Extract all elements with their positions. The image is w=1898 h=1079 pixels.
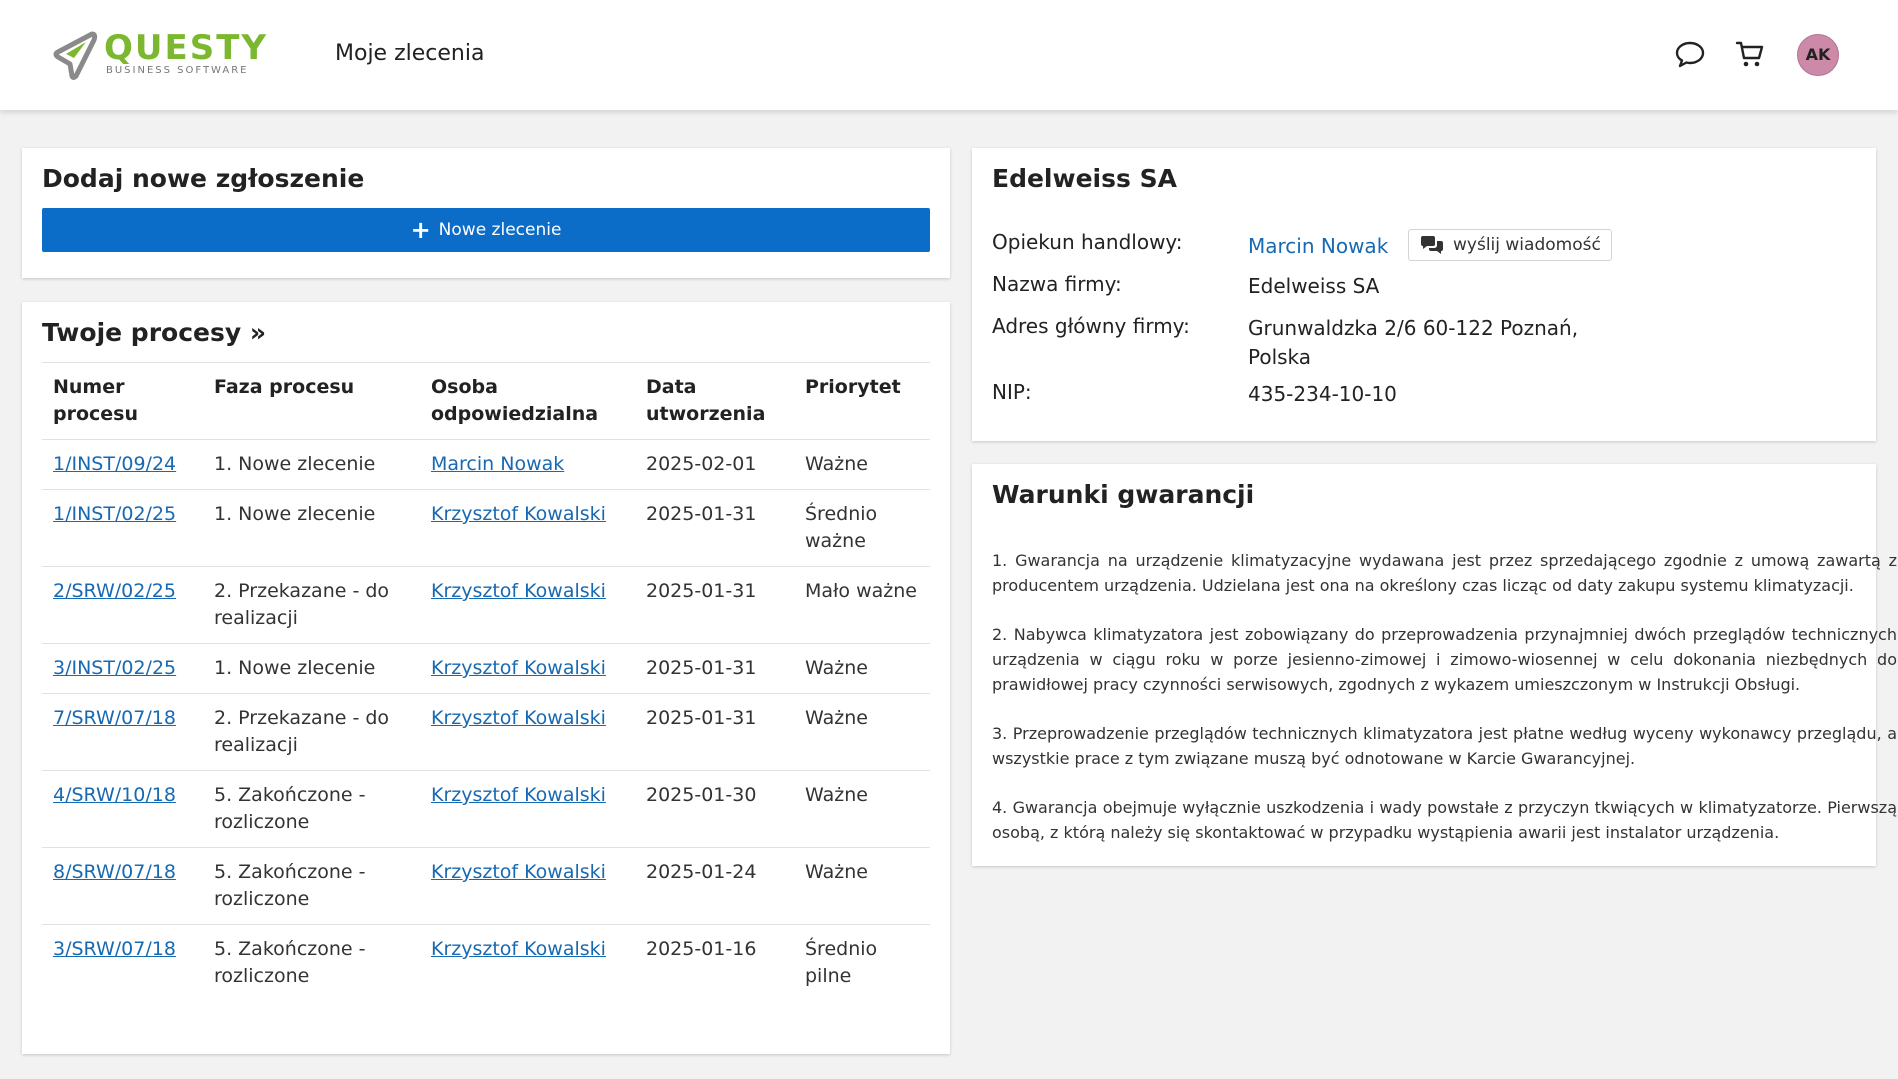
new-request-card: Dodaj nowe zgłoszenie + Nowe zlecenie (22, 148, 950, 278)
column-header[interactable]: Faza procesu (203, 362, 420, 440)
responsible-person-link[interactable]: Krzysztof Kowalski (431, 503, 606, 525)
process-priority: Ważne (794, 770, 930, 848)
table-row: 8/SRW/07/18 5. Zakończone - rozliczone K… (42, 847, 930, 925)
responsible-person-link[interactable]: Krzysztof Kowalski (431, 580, 606, 602)
questy-logo[interactable]: QUESTY BUSINESS SOFTWARE (52, 30, 292, 82)
table-header-row: Numer procesu Faza procesu Osoba odpowie… (42, 362, 930, 440)
process-number-link[interactable]: 4/SRW/10/18 (53, 784, 176, 806)
process-date: 2025-01-31 (635, 489, 794, 567)
company-address-label: Adres główny firmy: (992, 314, 1190, 338)
table-row: 3/SRW/07/18 5. Zakończone - rozliczone K… (42, 925, 930, 1002)
company-name-value: Edelweiss SA (1248, 274, 1380, 298)
comments-icon (1421, 236, 1443, 254)
warranty-paragraph: 4. Gwarancja obejmuje wyłącznie uszkodze… (992, 798, 1897, 842)
warranty-paragraph: 3. Przeprowadzenie przeglądów techniczny… (992, 724, 1897, 768)
company-address-value: Grunwaldzka 2/6 60-122 Poznań, Polska (1248, 316, 1579, 369)
cart-icon[interactable] (1734, 38, 1766, 70)
account-manager-label: Opiekun handlowy: (992, 230, 1183, 254)
process-phase: 5. Zakończone - rozliczone (214, 938, 366, 987)
process-priority: Średnio pilne (805, 938, 878, 987)
process-priority: Mało ważne (794, 566, 930, 644)
logo-wordmark: QUESTY (104, 28, 269, 68)
process-date: 2025-01-16 (646, 938, 757, 960)
process-date: 2025-01-30 (635, 770, 794, 848)
warranty-paragraph: 2. Nabywca klimatyzatora jest zobowiązan… (992, 625, 1897, 694)
send-message-label: wyślij wiadomość (1453, 235, 1601, 255)
table-row: 4/SRW/10/18 5. Zakończone - rozliczone K… (42, 770, 930, 848)
process-phase: 5. Zakończone - rozliczone (203, 847, 420, 925)
column-header[interactable]: Data utworzenia (635, 362, 794, 440)
processes-card: Twoje procesy » Numer procesu Faza proce… (22, 302, 950, 1054)
plus-icon: + (410, 216, 431, 244)
process-date: 2025-02-01 (635, 439, 794, 490)
column-header[interactable]: Priorytet (794, 362, 930, 440)
process-priority: Średnio ważne (794, 489, 930, 567)
company-title: Edelweiss SA (992, 164, 1177, 193)
company-card: Edelweiss SA Opiekun handlowy: Marcin No… (972, 148, 1876, 441)
company-nip-label: NIP: (992, 380, 1032, 404)
process-number-link[interactable]: 1/INST/02/25 (53, 503, 176, 525)
page-title: Moje zlecenia (335, 41, 485, 66)
table-row: 7/SRW/07/18 2. Przekazane - do realizacj… (42, 693, 930, 771)
process-number-link[interactable]: 8/SRW/07/18 (53, 861, 176, 883)
chat-icon[interactable] (1674, 38, 1706, 70)
process-phase: 2. Przekazane - do realizacji (203, 566, 420, 644)
table-row: 2/SRW/02/25 2. Przekazane - do realizacj… (42, 566, 930, 644)
user-avatar[interactable]: AK (1797, 34, 1839, 76)
responsible-person-link[interactable]: Marcin Nowak (431, 453, 564, 475)
process-priority: Ważne (794, 643, 930, 694)
new-order-button-label: Nowe zlecenie (438, 220, 562, 240)
column-header[interactable]: Osoba odpowiedzialna (420, 362, 635, 440)
logo-tagline: BUSINESS SOFTWARE (106, 65, 249, 76)
process-phase: 1. Nowe zlecenie (203, 439, 420, 490)
process-number-link[interactable]: 2/SRW/02/25 (53, 580, 176, 602)
process-phase: 5. Zakończone - rozliczone (203, 770, 420, 848)
process-priority: Ważne (794, 439, 930, 490)
process-date: 2025-01-24 (635, 847, 794, 925)
warranty-card: Warunki gwarancji 1. Gwarancja na urządz… (972, 464, 1897, 866)
warranty-paragraph: 1. Gwarancja na urządzenie klimatyzacyjn… (992, 551, 1897, 595)
process-number-link[interactable]: 3/INST/02/25 (53, 657, 176, 679)
process-phase: 1. Nowe zlecenie (203, 643, 420, 694)
new-request-title: Dodaj nowe zgłoszenie (42, 164, 365, 193)
process-number-link[interactable]: 3/SRW/07/18 (53, 938, 176, 960)
column-header[interactable]: Numer procesu (42, 362, 203, 440)
process-date: 2025-01-31 (635, 566, 794, 644)
warranty-title: Warunki gwarancji (992, 480, 1255, 509)
process-date: 2025-01-31 (635, 693, 794, 771)
company-nip-value: 435-234-10-10 (1248, 382, 1397, 406)
responsible-person-link[interactable]: Krzysztof Kowalski (431, 861, 606, 883)
process-priority: Ważne (794, 693, 930, 771)
process-phase: 2. Przekazane - do realizacji (203, 693, 420, 771)
table-row: 1/INST/09/24 1. Nowe zlecenie Marcin Now… (42, 439, 930, 490)
questy-logo-icon (53, 31, 98, 80)
send-message-button[interactable]: wyślij wiadomość (1408, 229, 1612, 261)
processes-table: Numer procesu Faza procesu Osoba odpowie… (42, 362, 930, 1001)
process-priority: Ważne (794, 847, 930, 925)
table-row: 3/INST/02/25 1. Nowe zlecenie Krzysztof … (42, 643, 930, 694)
process-date: 2025-01-31 (635, 643, 794, 694)
top-bar: QUESTY BUSINESS SOFTWARE Moje zlecenia A… (0, 0, 1898, 110)
responsible-person-link[interactable]: Krzysztof Kowalski (431, 938, 606, 960)
new-order-button[interactable]: + Nowe zlecenie (42, 208, 930, 252)
responsible-person-link[interactable]: Krzysztof Kowalski (431, 784, 606, 806)
processes-title[interactable]: Twoje procesy » (42, 318, 266, 347)
process-phase: 1. Nowe zlecenie (203, 489, 420, 567)
company-name-label: Nazwa firmy: (992, 272, 1122, 296)
process-number-link[interactable]: 7/SRW/07/18 (53, 707, 176, 729)
responsible-person-link[interactable]: Krzysztof Kowalski (431, 707, 606, 729)
responsible-person-link[interactable]: Krzysztof Kowalski (431, 657, 606, 679)
process-number-link[interactable]: 1/INST/09/24 (53, 453, 176, 475)
table-row: 1/INST/02/25 1. Nowe zlecenie Krzysztof … (42, 489, 930, 567)
